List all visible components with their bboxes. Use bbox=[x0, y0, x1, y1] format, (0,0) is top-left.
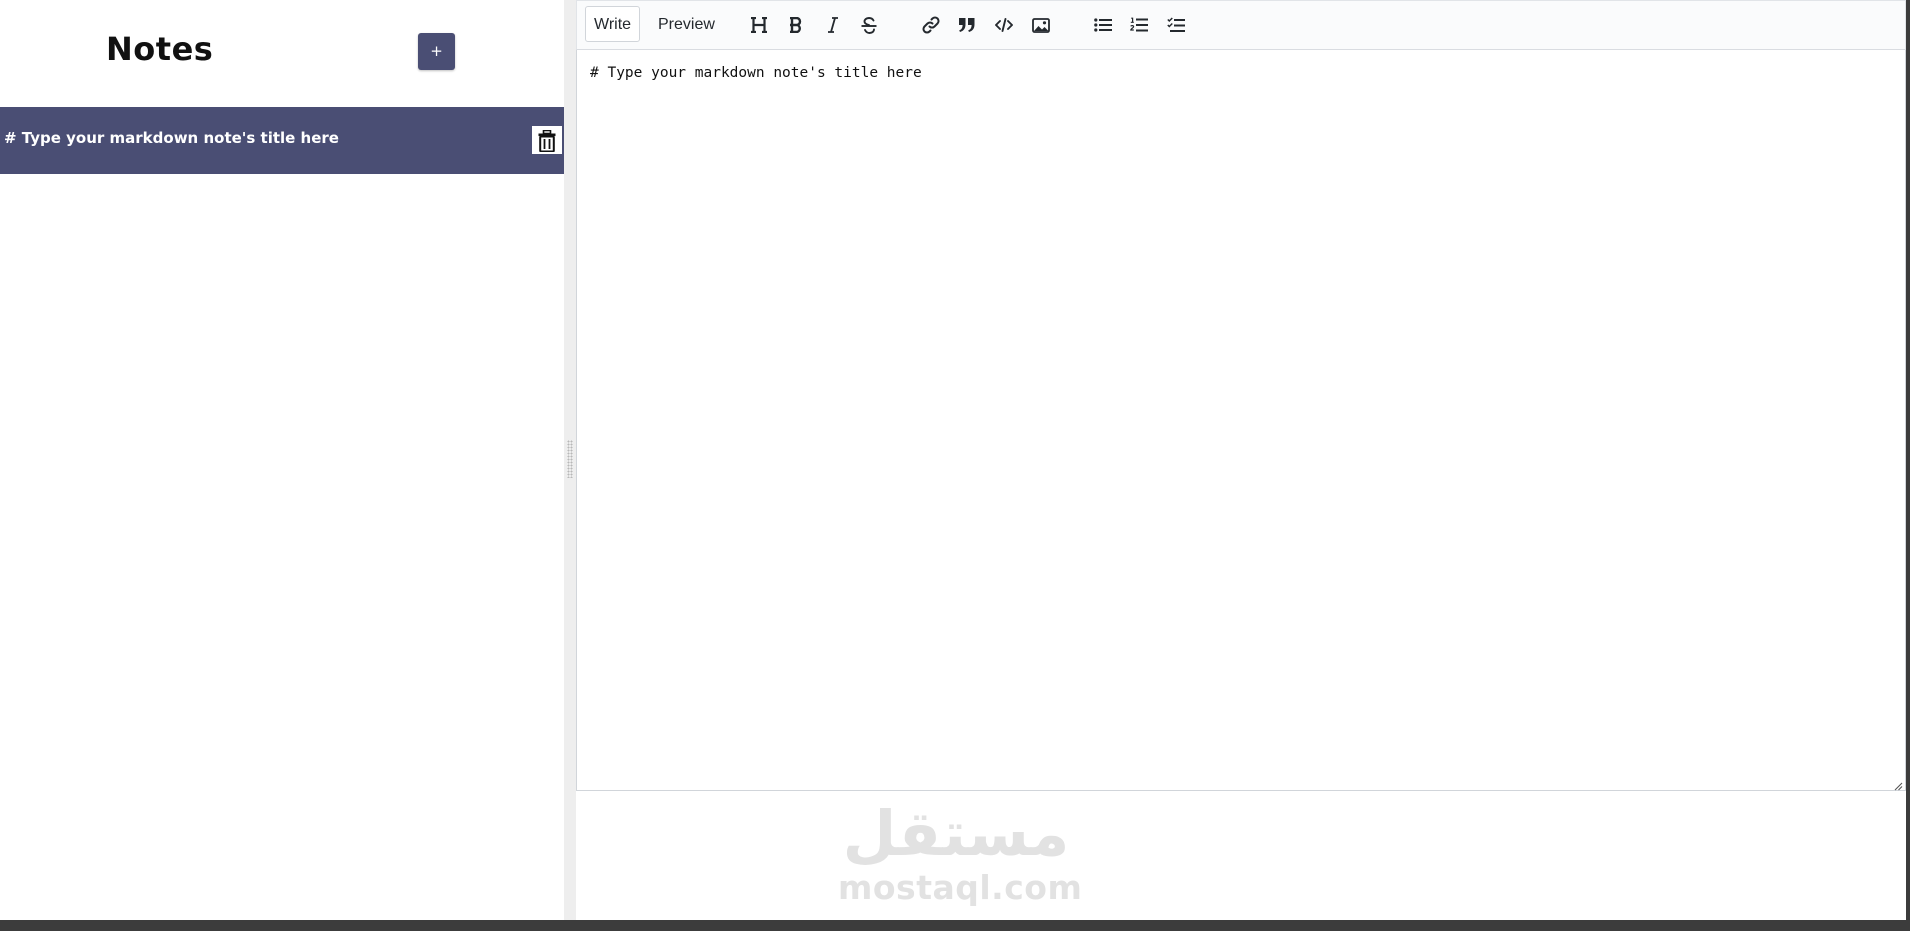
code-icon[interactable] bbox=[991, 12, 1017, 38]
ordered-list-icon[interactable] bbox=[1126, 12, 1152, 38]
editor-text-area-container: # Type your markdown note's title here bbox=[576, 50, 1906, 791]
split-pane-gutter[interactable] bbox=[564, 0, 576, 920]
strikethrough-icon[interactable] bbox=[856, 12, 882, 38]
delete-note-button[interactable] bbox=[532, 126, 562, 154]
unordered-list-icon[interactable] bbox=[1090, 12, 1116, 38]
markdown-textarea[interactable]: # Type your markdown note's title here bbox=[577, 50, 1905, 790]
gutter-grip-icon bbox=[567, 440, 573, 478]
new-note-button[interactable]: + bbox=[418, 33, 455, 70]
link-icon[interactable] bbox=[918, 12, 944, 38]
checked-list-icon[interactable] bbox=[1163, 12, 1189, 38]
note-title: # Type your markdown note's title here bbox=[4, 129, 339, 147]
markdown-editor: Write Preview # Type your markdown note'… bbox=[576, 0, 1906, 920]
editor-toolbar: Write Preview bbox=[576, 0, 1906, 50]
italic-icon[interactable] bbox=[820, 12, 846, 38]
quote-icon[interactable] bbox=[954, 12, 980, 38]
watermark-arabic: مستقل bbox=[842, 797, 1070, 870]
window-bottom-edge bbox=[0, 920, 1910, 931]
sidebar-title: Notes bbox=[106, 30, 214, 68]
sidebar-header: Notes + bbox=[0, 0, 564, 107]
watermark: مستقل mostaql.com bbox=[838, 797, 1083, 907]
sidebar: Notes + # Type your markdown note's titl… bbox=[0, 0, 564, 920]
note-list-item[interactable]: # Type your markdown note's title here bbox=[0, 107, 564, 174]
header-icon[interactable] bbox=[746, 12, 772, 38]
image-icon[interactable] bbox=[1028, 12, 1054, 38]
bold-icon[interactable] bbox=[783, 12, 809, 38]
resize-handle-icon[interactable] bbox=[1893, 778, 1903, 791]
trash-icon bbox=[532, 130, 562, 152]
notes-app: Notes + # Type your markdown note's titl… bbox=[0, 0, 1910, 931]
tab-write[interactable]: Write bbox=[585, 6, 641, 42]
watermark-latin: mostaql.com bbox=[838, 868, 1083, 907]
window-edge bbox=[1906, 0, 1910, 920]
tab-preview[interactable]: Preview bbox=[649, 6, 724, 42]
